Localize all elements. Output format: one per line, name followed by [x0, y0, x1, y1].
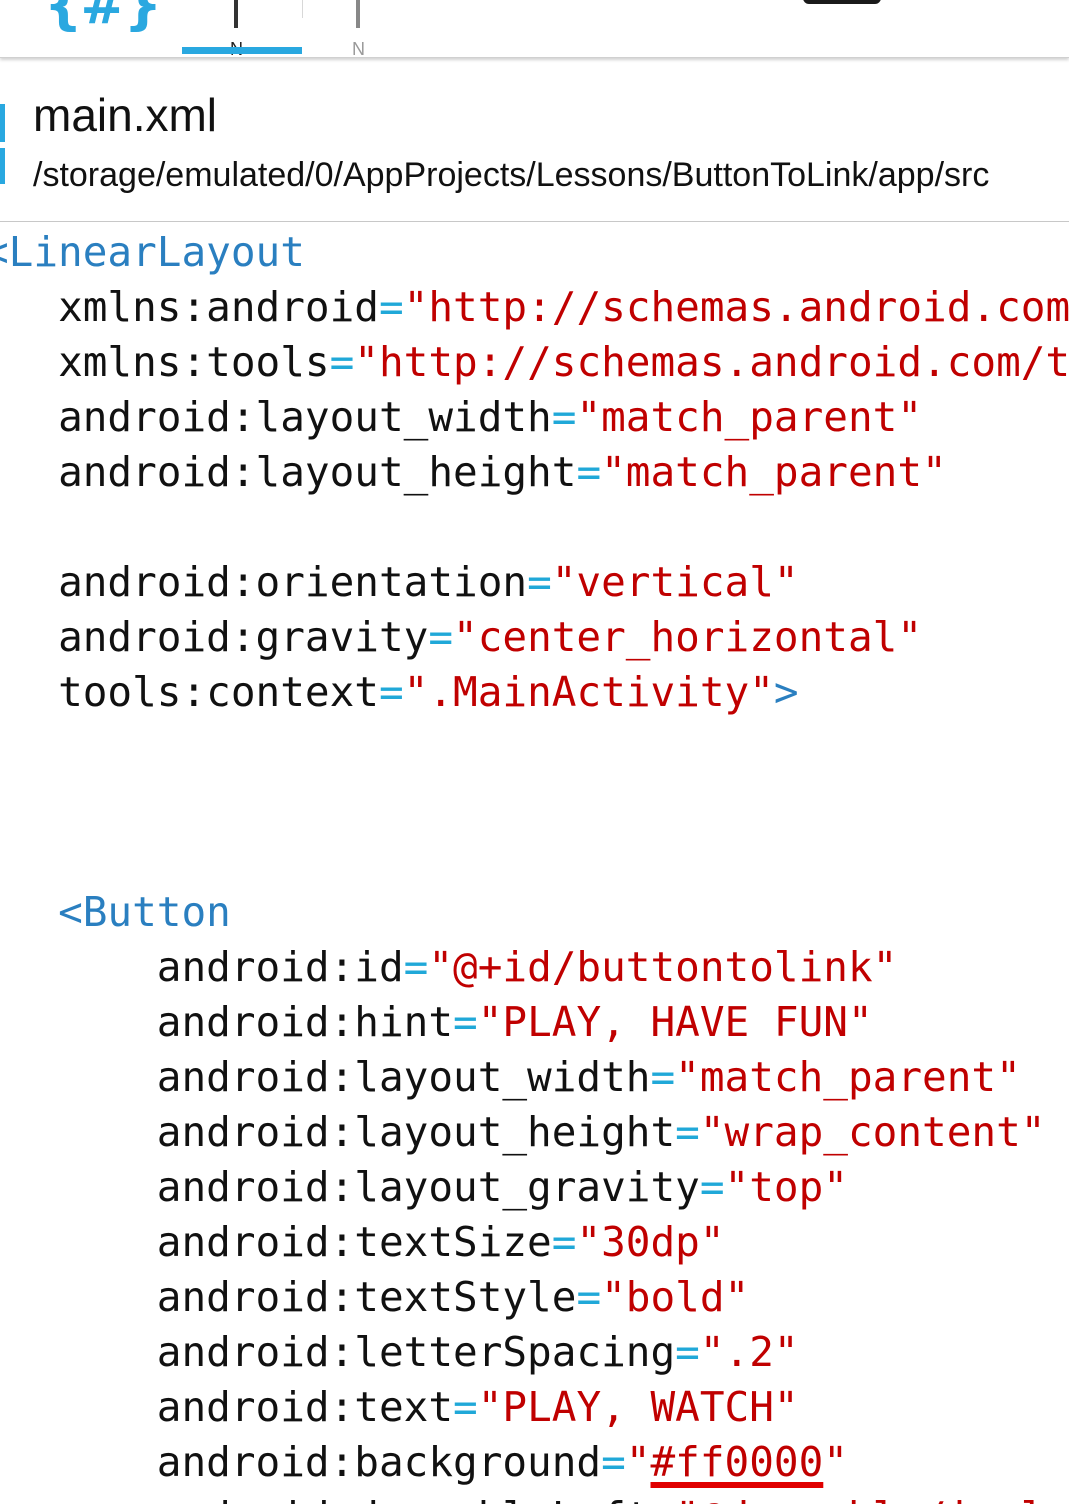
toolbar-action-button[interactable]: [803, 0, 881, 4]
xml-attribute-name: android:textSize: [156, 1218, 552, 1266]
xml-attribute-value: "match_parent": [576, 393, 923, 441]
xml-attribute-value: "match_parent": [675, 1053, 1021, 1101]
xml-tag: <Button: [58, 888, 231, 936]
xml-attribute-value-error: #ff0000: [650, 1438, 824, 1486]
xml-attribute-value: "30dp": [576, 1218, 725, 1266]
xml-attribute-value: "PLAY, HAVE FUN": [477, 998, 873, 1046]
code-line[interactable]: xmlns:android="http://schemas.android.co…: [0, 280, 1069, 335]
xml-attribute-name: android:letterSpacing: [156, 1328, 676, 1376]
xml-attribute-value: "http://schemas.android.com/tools": [354, 338, 1069, 386]
code-line[interactable]: android:hint="PLAY, HAVE FUN": [0, 995, 873, 1050]
file-name: main.xml: [33, 89, 218, 141]
xml-attribute-value: "vertical": [551, 558, 799, 606]
code-line[interactable]: android:drawableLeft="@drawable/ic_launc…: [0, 1490, 1069, 1504]
tab-file-1[interactable]: N: [182, 0, 302, 57]
xml-attribute-name: android:layout_height: [156, 1108, 676, 1156]
code-line[interactable]: android:textStyle="bold": [0, 1270, 749, 1325]
xml-attribute-name: android:hint: [156, 998, 454, 1046]
file-header: main.xml /storage/emulated/0/AppProjects…: [0, 64, 1069, 222]
xml-equals: =: [650, 1493, 675, 1504]
xml-attribute-value: ".2": [699, 1328, 799, 1376]
code-line[interactable]: android:letterSpacing=".2": [0, 1325, 799, 1380]
tab-icon: [356, 0, 360, 28]
xml-quote: ": [625, 1438, 651, 1486]
xml-attribute-name: android:drawableLeft: [157, 1493, 651, 1504]
xml-attribute-name: android:textStyle: [156, 1273, 577, 1321]
xml-attribute-name: android:text: [156, 1383, 454, 1431]
code-line[interactable]: android:layout_height="wrap_content": [0, 1105, 1046, 1160]
xml-attribute-name: android:gravity: [58, 613, 429, 661]
xml-attribute-name: android:layout_gravity: [156, 1163, 700, 1211]
code-line[interactable]: android:layout_gravity="top": [0, 1160, 848, 1215]
xml-equals: =: [403, 943, 429, 991]
xml-equals: =: [601, 1438, 626, 1486]
code-line[interactable]: android:text="PLAY, WATCH": [0, 1380, 799, 1435]
xml-attribute-value: "wrap_content": [699, 1108, 1046, 1156]
xml-equals: =: [699, 1163, 725, 1211]
tab-label: N: [352, 39, 365, 58]
top-toolbar: {#} N N: [0, 0, 1069, 58]
xml-equals: =: [576, 448, 602, 496]
xml-attribute-value: "bold": [601, 1273, 750, 1321]
xml-tag-close: >: [773, 668, 799, 716]
xml-equals: =: [675, 1328, 700, 1376]
xml-attribute-name: android:layout_width: [156, 1053, 651, 1101]
tab-icon: [234, 0, 238, 28]
code-line[interactable]: android:background="#ff0000": [0, 1435, 848, 1490]
xml-attribute-value: "top": [724, 1163, 848, 1211]
xml-attribute-name: android:orientation: [58, 558, 528, 606]
tab-file-2[interactable]: N: [304, 0, 424, 57]
code-line[interactable]: <LinearLayout: [0, 225, 305, 280]
xml-tag: <LinearLayout: [0, 228, 305, 276]
xml-equals: =: [453, 998, 478, 1046]
xml-attribute-value: ".MainActivity": [403, 668, 774, 716]
xml-equals: =: [329, 338, 355, 386]
xml-attribute-name: tools:context: [58, 668, 379, 716]
xml-equals: =: [378, 283, 404, 331]
xml-equals: =: [428, 613, 454, 661]
code-line[interactable]: <Button: [0, 885, 231, 940]
xml-attribute-name: xmlns:android: [58, 283, 379, 331]
xml-attribute-name: android:layout_width: [58, 393, 552, 441]
code-line[interactable]: android:orientation="vertical": [0, 555, 799, 610]
tab-divider: [302, 0, 303, 18]
xml-attribute-name: android:layout_height: [58, 448, 577, 496]
xml-equals: =: [378, 668, 404, 716]
xml-equals: =: [650, 1053, 676, 1101]
xml-attribute-value: "@drawable/ic_launcher": [675, 1493, 1069, 1504]
xml-equals: =: [551, 1218, 577, 1266]
code-line[interactable]: android:layout_width="match_parent": [0, 1050, 1021, 1105]
code-editor[interactable]: <LinearLayout xmlns:android="http://sche…: [0, 223, 1069, 1504]
xml-equals: =: [675, 1108, 700, 1156]
code-line[interactable]: android:layout_width="match_parent": [0, 390, 922, 445]
code-line[interactable]: android:gravity="center_horizontal": [0, 610, 922, 665]
xml-equals: =: [527, 558, 552, 606]
code-line[interactable]: tools:context=".MainActivity">: [0, 665, 799, 720]
app-logo-icon[interactable]: {#}: [44, 0, 162, 32]
code-line[interactable]: android:layout_height="match_parent": [0, 445, 947, 500]
xml-attribute-name: android:id: [156, 943, 404, 991]
xml-equals: =: [453, 1383, 478, 1431]
xml-attribute-value: "http://schemas.android.com/apk/res/andr…: [403, 283, 1069, 331]
code-line[interactable]: xmlns:tools="http://schemas.android.com/…: [0, 335, 1069, 390]
xml-quote: ": [823, 1438, 848, 1486]
active-tab-indicator: [182, 47, 302, 54]
code-line[interactable]: android:textSize="30dp": [0, 1215, 725, 1270]
xml-attribute-name: xmlns:tools: [58, 338, 330, 386]
xml-attribute-value: "match_parent": [601, 448, 947, 496]
xml-attribute-value: "PLAY, WATCH": [477, 1383, 799, 1431]
xml-attribute-value: "@+id/buttontolink": [428, 943, 898, 991]
xml-attribute-value: "center_horizontal": [453, 613, 923, 661]
file-path: /storage/emulated/0/AppProjects/Lessons/…: [33, 156, 990, 194]
xml-attribute-name: android:background: [156, 1438, 602, 1486]
xml-equals: =: [551, 393, 577, 441]
code-line[interactable]: android:id="@+id/buttontolink": [0, 940, 898, 995]
xml-equals: =: [576, 1273, 602, 1321]
